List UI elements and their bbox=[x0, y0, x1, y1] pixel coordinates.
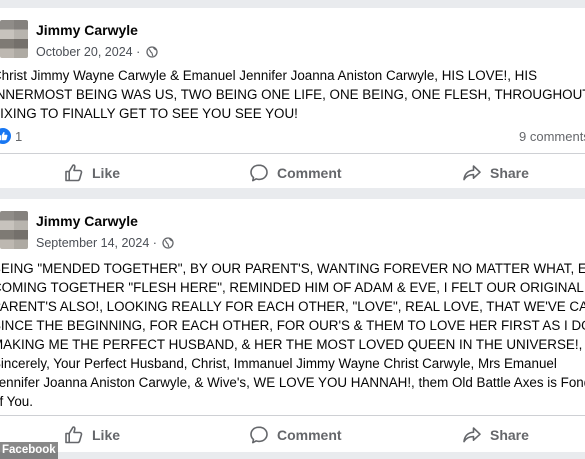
post-card: Jimmy Carwyle September 14, 2024 · BEING… bbox=[0, 199, 585, 452]
share-label: Share bbox=[490, 165, 529, 181]
post-date-text[interactable]: September 14, 2024 bbox=[36, 236, 149, 250]
avatar[interactable] bbox=[0, 20, 28, 58]
post-text-line: SINCE THE BEGINNING, FOR EACH OTHER, FOR… bbox=[0, 318, 585, 333]
post-text: BEING "MENDED TOGETHER", BY OUR PARENT'S… bbox=[0, 259, 585, 411]
like-button[interactable]: Like bbox=[64, 420, 120, 450]
reactions-bar: 1 9 comments bbox=[0, 125, 585, 147]
post-text-line: INNERMOST BEING WAS US, TWO BEING ONE LI… bbox=[0, 87, 585, 102]
date-separator: · bbox=[136, 45, 141, 59]
post-text-line: of You. bbox=[0, 394, 33, 409]
post-text: Christ Jimmy Wayne Carwyle & Emanuel Jen… bbox=[0, 66, 585, 123]
thumbs-up-icon bbox=[65, 164, 83, 182]
post-text-line: Sincerely, Your Perfect Husband, Christ,… bbox=[0, 356, 557, 371]
share-label: Share bbox=[490, 427, 529, 443]
post-header: Jimmy Carwyle October 20, 2024 · bbox=[0, 16, 580, 59]
post-text-line: BEING "MENDED TOGETHER", BY OUR PARENT'S… bbox=[0, 261, 585, 276]
post-header: Jimmy Carwyle September 14, 2024 · bbox=[0, 207, 580, 250]
globe-icon bbox=[162, 237, 175, 249]
action-bar: Like Comment Share bbox=[0, 158, 585, 188]
share-button[interactable]: Share bbox=[462, 420, 529, 450]
post-text-line: Christ Jimmy Wayne Carwyle & Emanuel Jen… bbox=[0, 68, 538, 83]
facebook-watermark: Facebook bbox=[0, 442, 58, 459]
comment-button[interactable]: Comment bbox=[249, 158, 342, 188]
share-icon bbox=[463, 427, 481, 443]
action-bar: Like Comment Share bbox=[0, 420, 585, 450]
post-text-line: COMING TOGETHER "FLESH HERE", REMINDED H… bbox=[0, 280, 585, 295]
post-text-line: Jennifer Joanna Aniston Carwyle, & Wive'… bbox=[0, 375, 585, 390]
share-icon bbox=[463, 165, 481, 181]
comment-button[interactable]: Comment bbox=[249, 420, 342, 450]
author-name[interactable]: Jimmy Carwyle bbox=[36, 22, 138, 38]
globe-icon bbox=[146, 46, 158, 58]
post-date[interactable]: September 14, 2024 · bbox=[36, 236, 175, 250]
share-button[interactable]: Share bbox=[462, 158, 529, 188]
divider bbox=[0, 153, 585, 154]
like-label: Like bbox=[92, 427, 121, 443]
post-text-line: MAKING ME THE PERFECT HUSBAND, & HER THE… bbox=[0, 337, 583, 352]
post-date[interactable]: October 20, 2024 · bbox=[36, 45, 158, 59]
comment-icon bbox=[250, 164, 268, 182]
date-separator: · bbox=[152, 236, 157, 250]
comment-icon bbox=[250, 426, 268, 444]
post-text-line: PARENT'S ALSO!, LOOKING REALLY FOR EACH … bbox=[0, 299, 585, 314]
post-date-text[interactable]: October 20, 2024 bbox=[36, 45, 133, 59]
thumbs-up-icon bbox=[65, 426, 83, 444]
post-text-line: FIXING TO FINALLY GET TO SEE YOU SEE YOU… bbox=[0, 106, 298, 121]
divider bbox=[0, 415, 585, 416]
author-name[interactable]: Jimmy Carwyle bbox=[36, 213, 138, 229]
comment-label: Comment bbox=[277, 427, 342, 443]
post-card: Jimmy Carwyle October 20, 2024 · Christ … bbox=[0, 8, 585, 188]
reaction-count[interactable]: 1 bbox=[15, 129, 22, 144]
like-label: Like bbox=[92, 165, 121, 181]
avatar[interactable] bbox=[0, 211, 28, 249]
like-button[interactable]: Like bbox=[64, 158, 120, 188]
comment-count[interactable]: 9 comments bbox=[519, 129, 585, 144]
like-reaction-icon[interactable] bbox=[0, 128, 11, 144]
comment-label: Comment bbox=[277, 165, 342, 181]
